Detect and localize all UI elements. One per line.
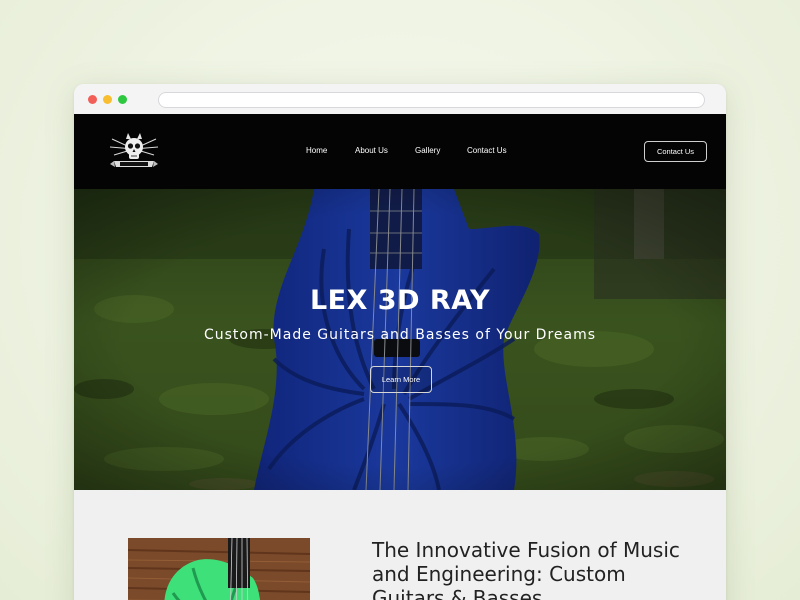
minimize-window-dot[interactable]: [103, 95, 112, 104]
address-bar[interactable]: [158, 92, 705, 108]
hero-title: LEX 3D RAY: [309, 285, 491, 316]
hero-subtitle: Custom-Made Guitars and Basses of Your D…: [203, 327, 597, 343]
maximize-window-dot[interactable]: [118, 95, 127, 104]
section-heading: The Innovative Fusion of Music and Engin…: [372, 538, 680, 600]
site-header: Home About Us Gallery Contact Us Contact…: [74, 114, 726, 189]
learn-more-button[interactable]: Learn More: [370, 366, 432, 393]
nav-gallery-link[interactable]: Gallery: [415, 146, 440, 155]
nav-about-us-link[interactable]: About Us: [355, 146, 388, 155]
browser-chrome: [74, 84, 726, 114]
close-window-dot[interactable]: [88, 95, 97, 104]
header-contact-us-button[interactable]: Contact Us: [644, 141, 707, 162]
main-navigation: Home About Us Gallery Contact Us: [74, 146, 726, 160]
hero-section: LEX 3D RAY Custom-Made Guitars and Basse…: [74, 189, 726, 490]
nav-home-link[interactable]: Home: [306, 146, 327, 155]
nav-contact-us-link[interactable]: Contact Us: [467, 146, 507, 155]
green-guitar-photo: [128, 538, 310, 600]
browser-window: Home About Us Gallery Contact Us Contact…: [74, 84, 726, 600]
about-section: The Innovative Fusion of Music and Engin…: [74, 490, 726, 600]
